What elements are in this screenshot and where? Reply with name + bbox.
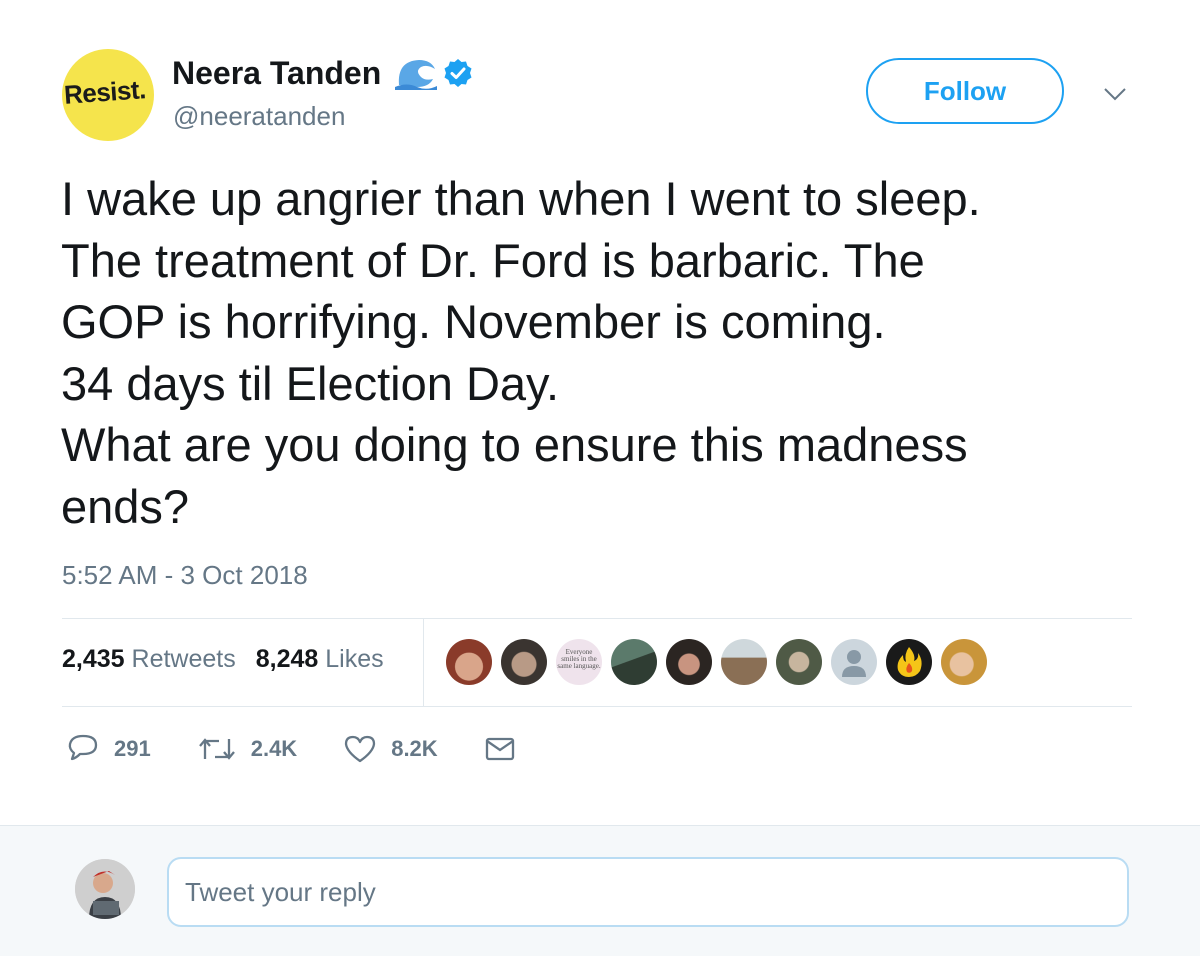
like-count: 8.2K [391, 736, 438, 761]
current-user-avatar[interactable] [75, 859, 135, 919]
tweet-text-line: ends? [61, 479, 190, 533]
stats-separator [423, 618, 424, 706]
tweet-text-line: 34 days til Election Day. [61, 356, 560, 410]
reply-action[interactable]: 291 [66, 733, 151, 765]
person-icon [842, 650, 866, 677]
reply-icon [68, 734, 98, 761]
user-photo-icon [75, 859, 135, 919]
author-avatar-text: Resist. [63, 74, 147, 110]
retweets-stat[interactable]: 2,435 Retweets [62, 645, 236, 674]
reply-input[interactable] [167, 857, 1129, 927]
author-avatar[interactable]: Resist. [62, 49, 154, 141]
tweet-actions: 291 2.4K 8.2K [66, 733, 576, 765]
author-handle[interactable]: @neeratanden [173, 101, 345, 132]
liker-avatars: Everyone smiles in the same language. [446, 639, 996, 685]
author-name-row: Neera Tanden [172, 53, 473, 93]
tweet-text-line: What are you doing to ensure this madnes… [61, 418, 968, 471]
liker-avatar[interactable] [666, 639, 712, 685]
likes-count: 8,248 [255, 645, 319, 673]
liker-avatar[interactable] [886, 639, 932, 685]
tweet-text-line: The treatment of Dr. Ford is barbaric. T… [61, 233, 925, 287]
divider [62, 618, 1132, 619]
follow-button[interactable]: Follow [866, 58, 1064, 124]
engagement-stats: 2,435 Retweets 8,248 Likes [62, 645, 404, 674]
liker-avatar[interactable] [611, 639, 657, 685]
wave-emoji-icon [395, 60, 438, 90]
likes-stat[interactable]: 8,248 Likes [256, 645, 384, 674]
reply-count: 291 [114, 736, 151, 761]
tweet-card: Resist. Neera Tanden @neeratanden Follow… [0, 0, 1200, 825]
divider [62, 706, 1132, 707]
retweet-icon [198, 738, 235, 760]
message-action[interactable] [484, 735, 530, 763]
liker-avatar[interactable] [721, 639, 767, 685]
liker-avatar[interactable] [501, 639, 547, 685]
retweet-count: 2.4K [250, 736, 298, 761]
default-avatar-icon[interactable] [831, 639, 877, 685]
tweet-text-line: I wake up angrier than when I went to sl… [61, 172, 981, 225]
retweets-label: Retweets [131, 645, 236, 673]
tweet-text-line: GOP is horrifying. November is coming. [61, 295, 886, 348]
verified-badge-icon [444, 59, 472, 87]
tweet-timestamp[interactable]: 5:52 AM - 3 Oct 2018 [62, 560, 308, 591]
chevron-down-icon[interactable] [1102, 84, 1128, 104]
liker-avatar-text[interactable]: Everyone smiles in the same language. [556, 639, 602, 685]
like-action[interactable]: 8.2K [343, 733, 438, 765]
likes-label: Likes [325, 645, 384, 673]
retweets-count: 2,435 [62, 645, 125, 673]
author-name[interactable]: Neera Tanden [172, 55, 381, 92]
tweet-text: I wake up angrier than when I went to sl… [61, 168, 1141, 537]
liker-avatar[interactable] [941, 639, 987, 685]
heart-icon [345, 735, 376, 763]
retweet-action[interactable]: 2.4K [197, 733, 297, 765]
liker-avatar[interactable] [776, 639, 822, 685]
flame-icon [897, 647, 922, 677]
envelope-icon [485, 737, 514, 761]
liker-avatar[interactable] [446, 639, 492, 685]
